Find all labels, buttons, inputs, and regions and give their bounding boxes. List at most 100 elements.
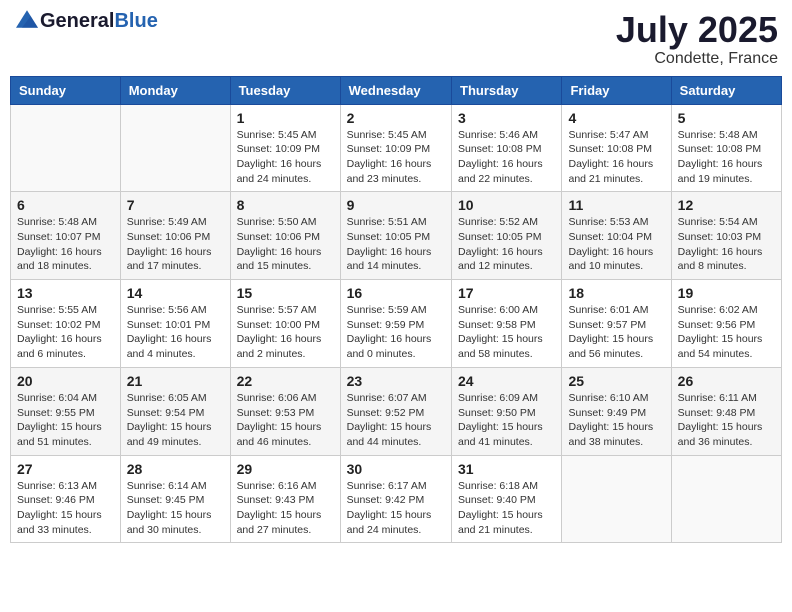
day-number: 18 (568, 285, 664, 301)
day-info: Sunrise: 6:00 AM Sunset: 9:58 PM Dayligh… (458, 303, 555, 362)
day-info: Sunrise: 6:11 AM Sunset: 9:48 PM Dayligh… (678, 391, 775, 450)
calendar-day-cell: 20 Sunrise: 6:04 AM Sunset: 9:55 PM Dayli… (11, 367, 121, 455)
day-number: 30 (347, 461, 445, 477)
day-number: 11 (568, 197, 664, 213)
calendar-day-cell: 29Sunrise: 6:16 AM Sunset: 9:43 PM Dayli… (230, 455, 340, 543)
day-number: 24 (458, 373, 555, 389)
calendar-day-cell: 18 Sunrise: 6:01 AM Sunset: 9:57 PM Dayli… (562, 280, 671, 368)
day-number: 25 (568, 373, 664, 389)
calendar-day-cell: 8 Sunrise: 5:50 AM Sunset: 10:06 PM Dayli… (230, 192, 340, 280)
logo-text-general: General (40, 10, 114, 32)
calendar-day-cell (120, 104, 230, 192)
day-number: 22 (237, 373, 334, 389)
calendar-day-cell: 25 Sunrise: 6:10 AM Sunset: 9:49 PM Dayli… (562, 367, 671, 455)
day-number: 9 (347, 197, 445, 213)
calendar-header-row: SundayMondayTuesdayWednesdayThursdayFrid… (11, 76, 782, 104)
day-info: Sunrise: 5:45 AM Sunset: 10:09 PM Daylig… (237, 128, 334, 187)
calendar-day-cell (562, 455, 671, 543)
day-number: 20 (17, 373, 114, 389)
calendar-day-cell: 28Sunrise: 6:14 AM Sunset: 9:45 PM Dayli… (120, 455, 230, 543)
day-info: Sunrise: 6:05 AM Sunset: 9:54 PM Dayligh… (127, 391, 224, 450)
month-title: July 2025 (616, 10, 778, 50)
day-info: Sunrise: 6:09 AM Sunset: 9:50 PM Dayligh… (458, 391, 555, 450)
day-number: 10 (458, 197, 555, 213)
weekday-header-wednesday: Wednesday (340, 76, 451, 104)
day-number: 1 (237, 110, 334, 126)
day-info: Sunrise: 5:46 AM Sunset: 10:08 PM Daylig… (458, 128, 555, 187)
day-info: Sunrise: 5:50 AM Sunset: 10:06 PM Daylig… (237, 215, 334, 274)
calendar-day-cell: 23 Sunrise: 6:07 AM Sunset: 9:52 PM Dayli… (340, 367, 451, 455)
day-info: Sunrise: 6:13 AM Sunset: 9:46 PM Dayligh… (17, 479, 114, 538)
day-number: 5 (678, 110, 775, 126)
day-info: Sunrise: 5:51 AM Sunset: 10:05 PM Daylig… (347, 215, 445, 274)
weekday-header-saturday: Saturday (671, 76, 781, 104)
day-info: Sunrise: 6:18 AM Sunset: 9:40 PM Dayligh… (458, 479, 555, 538)
day-info: Sunrise: 6:06 AM Sunset: 9:53 PM Dayligh… (237, 391, 334, 450)
day-info: Sunrise: 6:02 AM Sunset: 9:56 PM Dayligh… (678, 303, 775, 362)
day-number: 26 (678, 373, 775, 389)
calendar-day-cell (671, 455, 781, 543)
day-info: Sunrise: 6:01 AM Sunset: 9:57 PM Dayligh… (568, 303, 664, 362)
calendar-day-cell: 2Sunrise: 5:45 AM Sunset: 10:09 PM Dayli… (340, 104, 451, 192)
weekday-header-monday: Monday (120, 76, 230, 104)
weekday-header-tuesday: Tuesday (230, 76, 340, 104)
weekday-header-thursday: Thursday (452, 76, 562, 104)
day-info: Sunrise: 5:47 AM Sunset: 10:08 PM Daylig… (568, 128, 664, 187)
calendar-day-cell: 14 Sunrise: 5:56 AM Sunset: 10:01 PM Dayl… (120, 280, 230, 368)
calendar-day-cell: 4 Sunrise: 5:47 AM Sunset: 10:08 PM Dayli… (562, 104, 671, 192)
calendar-day-cell: 24 Sunrise: 6:09 AM Sunset: 9:50 PM Dayli… (452, 367, 562, 455)
day-info: Sunrise: 5:48 AM Sunset: 10:07 PM Daylig… (17, 215, 114, 274)
day-number: 31 (458, 461, 555, 477)
calendar-day-cell: 16 Sunrise: 5:59 AM Sunset: 9:59 PM Dayli… (340, 280, 451, 368)
calendar-week-row: 13Sunrise: 5:55 AM Sunset: 10:02 PM Dayl… (11, 280, 782, 368)
calendar-day-cell: 7Sunrise: 5:49 AM Sunset: 10:06 PM Dayli… (120, 192, 230, 280)
logo: GeneralBlue (14, 10, 158, 33)
calendar-day-cell: 6Sunrise: 5:48 AM Sunset: 10:07 PM Dayli… (11, 192, 121, 280)
day-number: 13 (17, 285, 114, 301)
day-info: Sunrise: 6:04 AM Sunset: 9:55 PM Dayligh… (17, 391, 114, 450)
day-number: 4 (568, 110, 664, 126)
day-info: Sunrise: 6:07 AM Sunset: 9:52 PM Dayligh… (347, 391, 445, 450)
day-info: Sunrise: 5:49 AM Sunset: 10:06 PM Daylig… (127, 215, 224, 274)
location-title: Condette, France (616, 50, 778, 68)
day-info: Sunrise: 6:10 AM Sunset: 9:49 PM Dayligh… (568, 391, 664, 450)
calendar-day-cell: 3 Sunrise: 5:46 AM Sunset: 10:08 PM Dayli… (452, 104, 562, 192)
calendar-day-cell: 5 Sunrise: 5:48 AM Sunset: 10:08 PM Dayli… (671, 104, 781, 192)
day-number: 14 (127, 285, 224, 301)
calendar-day-cell: 15Sunrise: 5:57 AM Sunset: 10:00 PM Dayl… (230, 280, 340, 368)
day-number: 27 (17, 461, 114, 477)
calendar-day-cell: 31 Sunrise: 6:18 AM Sunset: 9:40 PM Dayli… (452, 455, 562, 543)
day-number: 16 (347, 285, 445, 301)
day-info: Sunrise: 5:52 AM Sunset: 10:05 PM Daylig… (458, 215, 555, 274)
title-block: July 2025 Condette, France (616, 10, 778, 68)
calendar-day-cell: 30Sunrise: 6:17 AM Sunset: 9:42 PM Dayli… (340, 455, 451, 543)
day-info: Sunrise: 5:48 AM Sunset: 10:08 PM Daylig… (678, 128, 775, 187)
day-info: Sunrise: 5:59 AM Sunset: 9:59 PM Dayligh… (347, 303, 445, 362)
calendar-day-cell: 1 Sunrise: 5:45 AM Sunset: 10:09 PM Dayli… (230, 104, 340, 192)
calendar-day-cell: 9 Sunrise: 5:51 AM Sunset: 10:05 PM Dayli… (340, 192, 451, 280)
calendar-day-cell: 19Sunrise: 6:02 AM Sunset: 9:56 PM Dayli… (671, 280, 781, 368)
day-number: 8 (237, 197, 334, 213)
logo-mark (14, 10, 38, 33)
day-info: Sunrise: 5:53 AM Sunset: 10:04 PM Daylig… (568, 215, 664, 274)
page-header: GeneralBlue July 2025 Condette, France (10, 10, 782, 68)
day-number: 21 (127, 373, 224, 389)
calendar-day-cell: 10 Sunrise: 5:52 AM Sunset: 10:05 PM Dayl… (452, 192, 562, 280)
calendar-day-cell: 27 Sunrise: 6:13 AM Sunset: 9:46 PM Dayli… (11, 455, 121, 543)
calendar-day-cell: 21 Sunrise: 6:05 AM Sunset: 9:54 PM Dayli… (120, 367, 230, 455)
day-info: Sunrise: 6:14 AM Sunset: 9:45 PM Dayligh… (127, 479, 224, 538)
calendar-week-row: 6Sunrise: 5:48 AM Sunset: 10:07 PM Dayli… (11, 192, 782, 280)
weekday-header-sunday: Sunday (11, 76, 121, 104)
day-info: Sunrise: 5:56 AM Sunset: 10:01 PM Daylig… (127, 303, 224, 362)
day-number: 3 (458, 110, 555, 126)
day-number: 15 (237, 285, 334, 301)
day-number: 2 (347, 110, 445, 126)
logo-text-blue: Blue (114, 10, 157, 32)
calendar-day-cell: 22 Sunrise: 6:06 AM Sunset: 9:53 PM Dayli… (230, 367, 340, 455)
day-info: Sunrise: 5:54 AM Sunset: 10:03 PM Daylig… (678, 215, 775, 274)
day-number: 23 (347, 373, 445, 389)
calendar-day-cell: 13Sunrise: 5:55 AM Sunset: 10:02 PM Dayl… (11, 280, 121, 368)
calendar-table: SundayMondayTuesdayWednesdayThursdayFrid… (10, 76, 782, 544)
day-info: Sunrise: 6:16 AM Sunset: 9:43 PM Dayligh… (237, 479, 334, 538)
calendar-day-cell: 26 Sunrise: 6:11 AM Sunset: 9:48 PM Dayli… (671, 367, 781, 455)
